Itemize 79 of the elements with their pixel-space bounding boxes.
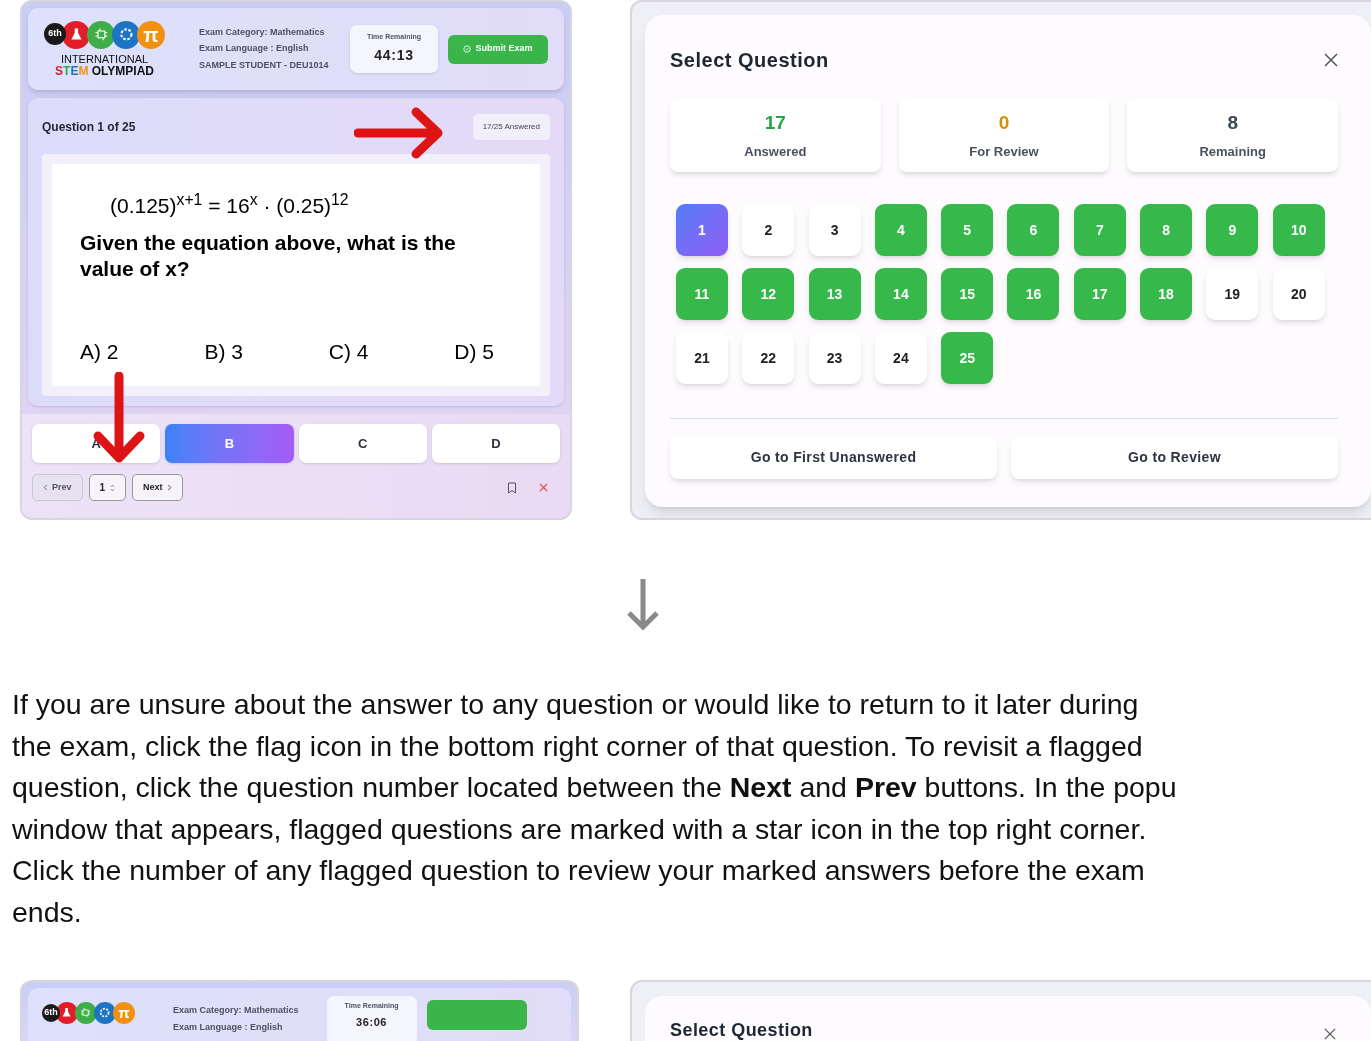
answer-option: B) 3 [204, 335, 243, 367]
question-number-button[interactable]: 9 [1206, 204, 1259, 256]
question-number: Question 1 of 25 [42, 119, 136, 136]
submit-button[interactable]: Submit Exam [448, 34, 548, 64]
equation: (0.125)$^{x+1}$ = 16$^{x}$ · (0.25)$^{12}$ [110, 190, 350, 219]
exam-info-text: SAMPLE STUDENT - DEU1014 [199, 58, 329, 72]
pi-symbol: π [137, 20, 165, 49]
instruction-paragraph: If you are unsure about the answer to any question or would like to return to it later during the exam, click the flag icon in the bottom right corner of that question. To revisit a flagged question, click the question number located between the Next and Prev buttons. In the popu window that appears, flagged questions are marked with a star icon in the top right corner. Click the number of any flagged question to review your marked answers before the exam ends. [12, 687, 1177, 930]
question-text: Given the equation above, what is the value of x? [80, 229, 457, 282]
question-number-button[interactable]: 1 [676, 204, 728, 256]
pi-symbol: π [113, 1002, 135, 1024]
question-number-button[interactable]: 2 [742, 204, 795, 256]
question-number-button[interactable]: 18 [1140, 268, 1193, 320]
logo-text: STEM OLYMPIAD [55, 64, 154, 78]
question-number-button[interactable]: 3 [808, 204, 861, 256]
exam-info-text: Exam Category: Mathematics [199, 25, 326, 39]
question-number-button[interactable]: 24 [874, 332, 927, 384]
stat-label: Remaining [1199, 142, 1266, 161]
timer-value: 36:06 [356, 1014, 387, 1030]
chevron-right-icon [166, 484, 172, 491]
exam-info-text: Exam Language : English [199, 42, 310, 56]
down-arrow-icon [625, 577, 661, 633]
circuit-icon [75, 1002, 97, 1024]
question-number-button[interactable]: 11 [676, 268, 728, 320]
question-selector[interactable]: 1 [88, 474, 127, 501]
gear-icon [94, 1002, 116, 1024]
next-button[interactable]: Next [132, 474, 183, 501]
question-number-button[interactable]: 6 [1007, 204, 1060, 256]
stat-value: 8 [1227, 111, 1238, 135]
question-number-button[interactable]: 12 [742, 268, 795, 320]
dialog-title: Select Question [670, 48, 829, 73]
question-number-button[interactable]: 4 [874, 204, 927, 256]
gear-icon [112, 20, 140, 49]
question-number-button[interactable]: 7 [1073, 204, 1126, 256]
chevron-left-icon [43, 484, 48, 491]
question-number-button[interactable]: 8 [1140, 204, 1193, 256]
question-number-button[interactable]: 10 [1272, 204, 1325, 256]
bookmark-icon[interactable] [507, 481, 517, 494]
answer-button[interactable]: D [431, 424, 560, 463]
badge: 6th [44, 22, 66, 45]
stat-value: 17 [764, 111, 786, 135]
close-icon[interactable] [1324, 53, 1338, 67]
stat-label: Answered [744, 142, 807, 161]
question-number-button[interactable]: 17 [1073, 268, 1126, 320]
flask-icon [56, 1002, 78, 1024]
stat-value: 0 [998, 111, 1010, 135]
answer-option: A) 2 [80, 335, 119, 367]
timer-value: 44:13 [374, 46, 414, 66]
dialog-title: Select Question [670, 1020, 813, 1040]
question-number-button[interactable]: 21 [676, 332, 728, 384]
exam-info-text: Exam Language : English [173, 1020, 284, 1034]
question-number-button[interactable]: 20 [1272, 268, 1325, 320]
question-number-button[interactable]: 25 [941, 332, 994, 384]
stat-label: For Review [969, 142, 1039, 161]
logo-text: INTERNATIONAL [60, 52, 149, 65]
answer-button[interactable]: C [298, 424, 427, 463]
question-number-button[interactable]: 22 [742, 332, 795, 384]
question-number-button[interactable]: 16 [1007, 268, 1060, 320]
flask-icon [62, 20, 90, 49]
action-button[interactable]: Go to Review [1011, 436, 1338, 479]
answered-count: 17/25 Answered [472, 114, 550, 140]
question-number-button[interactable]: 23 [808, 332, 861, 384]
check-circle-icon [463, 45, 472, 53]
answer-button[interactable]: B [165, 424, 294, 463]
prev-button[interactable]: Prev [32, 474, 83, 501]
badge: 6th [42, 1004, 60, 1022]
answer-option: D) 5 [454, 335, 494, 367]
question-number-button[interactable]: 13 [808, 268, 861, 320]
answer-option: C) 4 [328, 335, 369, 367]
question-number-button[interactable]: 5 [941, 204, 994, 256]
sort-icon [110, 483, 116, 492]
circuit-icon [87, 20, 115, 49]
action-button[interactable]: Go to First Unanswered [670, 436, 997, 479]
close-icon[interactable] [1324, 1028, 1336, 1040]
question-number-button[interactable]: 14 [874, 268, 927, 320]
question-number-button[interactable]: 19 [1206, 268, 1259, 320]
exam-info-text: Exam Category: Mathematics [173, 1004, 299, 1017]
question-number-button[interactable]: 15 [941, 268, 994, 320]
close-icon[interactable] [539, 483, 548, 492]
